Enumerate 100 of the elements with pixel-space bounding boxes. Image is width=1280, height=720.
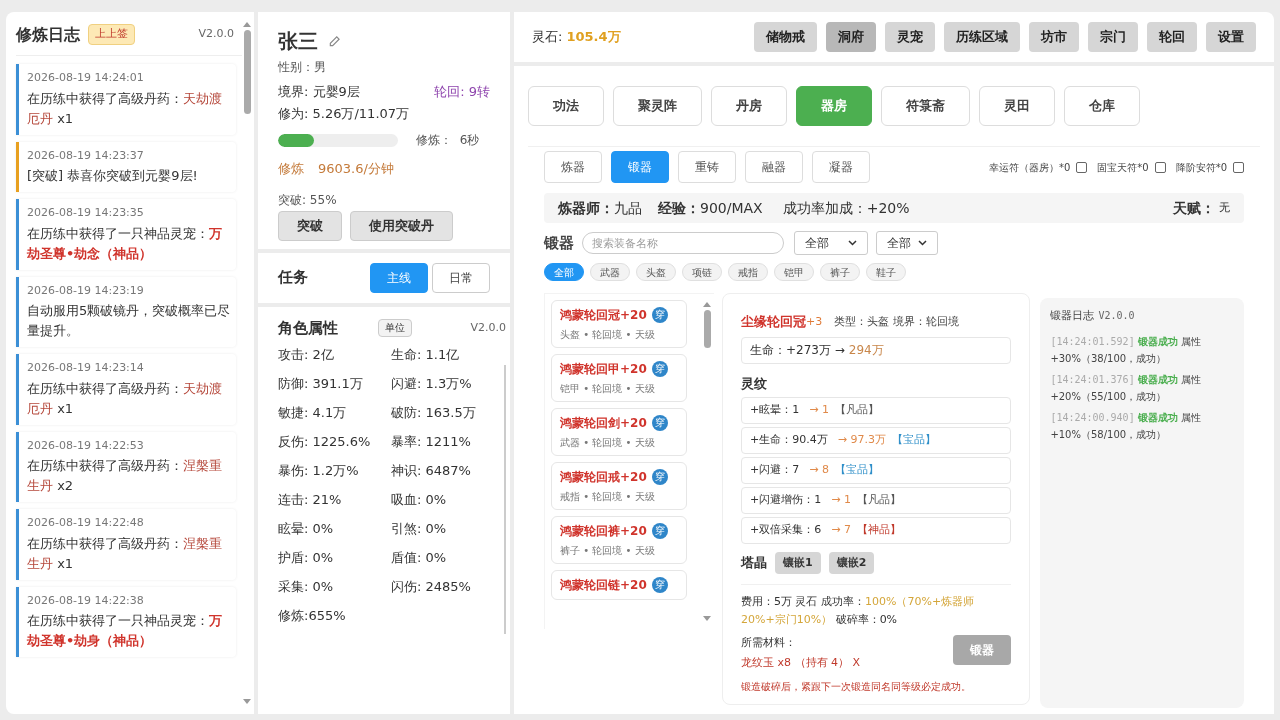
- filter-select[interactable]: 全部: [794, 231, 868, 255]
- log-time: 2026-08-19 14:23:35: [27, 205, 145, 221]
- realm-text: 境界: 元婴9层: [278, 83, 360, 101]
- equipment-card[interactable]: 鸿蒙轮回戒+20 穿 戒指 • 轮回境 • 天级: [551, 462, 687, 510]
- building-tab[interactable]: 灵田: [979, 86, 1055, 126]
- cultivation-text: 修为: 5.26万/11.07万: [278, 104, 411, 123]
- nav-button[interactable]: 设置: [1206, 22, 1256, 52]
- attribute-text: 采集: 0%: [278, 578, 335, 596]
- category-chip[interactable]: 头盔: [636, 263, 676, 281]
- scroll-up-icon[interactable]: [702, 300, 712, 308]
- inlay-button[interactable]: 镶嵌1: [775, 552, 821, 574]
- rate-value: 9603.6/分钟: [318, 160, 394, 178]
- equipped-badge: 穿: [651, 469, 668, 485]
- gender-text: 性别：男: [278, 59, 327, 76]
- equipment-meta: 铠甲 • 轮回境 • 天级: [560, 382, 656, 396]
- breakthrough-button[interactable]: 使用突破丹: [350, 210, 453, 241]
- runes-title: 灵纹: [741, 374, 768, 393]
- rune-row: +眩晕：1 → 1 【凡品】: [741, 397, 1012, 424]
- item-level: +3: [806, 313, 823, 330]
- charm-checkbox[interactable]: [1076, 161, 1088, 173]
- scroll-down-icon[interactable]: [702, 615, 712, 623]
- search-field[interactable]: 搜索装备名称: [582, 232, 784, 254]
- nav-button[interactable]: 储物戒: [754, 22, 817, 52]
- charm-checkbox[interactable]: [1233, 161, 1244, 173]
- equipment-name: 鸿蒙轮回链+20: [560, 577, 647, 594]
- nav-button[interactable]: 宗门: [1088, 22, 1138, 52]
- task-tab[interactable]: 日常: [432, 262, 490, 293]
- version-label: V2.0.0: [198, 26, 234, 43]
- log-text: 在历练中获得了高级丹药：涅槃重生丹 x2: [27, 457, 223, 495]
- rune-row: +双倍采集：6 → 7 【神品】: [741, 517, 1012, 544]
- equipment-card[interactable]: 鸿蒙轮回链+20 穿: [551, 570, 687, 600]
- attribute-text: 防御: 391.1万: [278, 375, 364, 393]
- master-value: 九品: [614, 198, 642, 218]
- category-chip[interactable]: 铠甲: [774, 263, 814, 281]
- nav-button[interactable]: 轮回: [1147, 22, 1197, 52]
- log-text: 在历练中获得了高级丹药：天劫渡厄丹 x1: [27, 89, 223, 128]
- forge-tab[interactable]: 融器: [745, 151, 803, 183]
- equipment-card[interactable]: 鸿蒙轮回甲+20 穿 铠甲 • 轮回境 • 天级: [551, 354, 687, 402]
- attribute-text: 生命: 1.1亿: [391, 346, 461, 364]
- nav-button[interactable]: 历练区域: [944, 22, 1020, 52]
- equipped-badge: 穿: [651, 415, 668, 431]
- category-chip[interactable]: 项链: [682, 263, 722, 281]
- inlay-button[interactable]: 镶嵌2: [828, 552, 875, 574]
- log-time: 2026-08-19 14:22:53: [27, 437, 145, 454]
- building-tab[interactable]: 功法: [528, 86, 604, 126]
- nav-button[interactable]: 洞府: [826, 22, 876, 52]
- scroll-thumb[interactable]: [243, 30, 251, 114]
- nav-button[interactable]: 灵宠: [885, 22, 935, 52]
- attribute-text: 吸血: 0%: [391, 491, 448, 509]
- log-time: 2026-08-19 14:22:48: [27, 515, 145, 531]
- character-name: 张三: [278, 28, 318, 55]
- rune-row: +闪避增伤：1 → 1 【凡品】: [741, 487, 1012, 514]
- charm-label: 幸运符（器房）*0: [988, 160, 1071, 175]
- item-name: 尘缘轮回冠: [741, 313, 806, 331]
- category-chip[interactable]: 戒指: [728, 263, 768, 281]
- log-time: 2026-08-19 14:23:14: [27, 360, 145, 376]
- scroll-thumb[interactable]: [703, 310, 711, 348]
- equipment-name: 鸿蒙轮回戒+20: [560, 469, 647, 486]
- forge-tab[interactable]: 重铸: [678, 151, 736, 183]
- task-title: 任务: [278, 267, 309, 289]
- log-text: 在历练中获得了高级丹药：天劫渡厄丹 x1: [27, 379, 223, 418]
- category-chip[interactable]: 裤子: [820, 263, 860, 281]
- log-text: [突破] 恭喜你突破到元婴9层!: [27, 167, 199, 185]
- equipment-card[interactable]: 鸿蒙轮回冠+20 穿 头盔 • 轮回境 • 天级: [551, 300, 687, 348]
- currency-label: 灵石:: [532, 28, 563, 47]
- nav-button[interactable]: 坊市: [1029, 22, 1079, 52]
- attribute-text: 闪避: 1.3万%: [391, 375, 473, 393]
- equipment-name: 鸿蒙轮回冠+20: [560, 307, 647, 324]
- category-chip[interactable]: 武器: [590, 263, 630, 281]
- equipment-meta: 武器 • 轮回境 • 天级: [560, 436, 656, 450]
- scroll-up-icon[interactable]: [242, 20, 252, 28]
- forge-tab[interactable]: 炼器: [544, 151, 602, 183]
- crystal-title: 塔晶: [741, 554, 767, 573]
- building-tab[interactable]: 丹房: [711, 86, 787, 126]
- filter-select[interactable]: 全部: [876, 231, 938, 255]
- reincarnation-text: 轮回: 9转: [434, 83, 490, 101]
- building-tab[interactable]: 仓库: [1064, 86, 1140, 126]
- equipment-card[interactable]: 鸿蒙轮回剑+20 穿 武器 • 轮回境 • 天级: [551, 408, 687, 456]
- attribute-text: 盾值: 0%: [391, 549, 448, 567]
- edit-icon[interactable]: [328, 34, 342, 48]
- bonus-text: 成功率加成：+20%: [782, 198, 910, 218]
- forge-tab[interactable]: 凝器: [812, 151, 870, 183]
- building-tab[interactable]: 聚灵阵: [613, 86, 702, 126]
- log-time: 2026-08-19 14:22:38: [27, 592, 145, 609]
- category-chip[interactable]: 鞋子: [866, 263, 906, 281]
- equipment-meta: 裤子 • 轮回境 • 天级: [560, 544, 656, 558]
- chevron-icon: [918, 240, 927, 246]
- equipment-card[interactable]: 鸿蒙轮回裤+20 穿 裤子 • 轮回境 • 天级: [551, 516, 687, 564]
- equipment-meta: 戒指 • 轮回境 • 天级: [560, 490, 656, 504]
- version-label: V2.0.0: [1098, 309, 1135, 323]
- charm-checkbox[interactable]: [1154, 161, 1166, 173]
- attribute-text: 眩晕: 0%: [278, 520, 335, 538]
- breakthrough-button[interactable]: 突破: [278, 210, 342, 241]
- chevron-icon: [848, 240, 857, 246]
- talent-value: 无: [1219, 199, 1230, 216]
- forge-log-title: 锻器日志: [1050, 308, 1095, 324]
- building-tab[interactable]: 符箓斋: [881, 86, 970, 126]
- forge-log-entry: [14:24:01.592] 锻器成功 属性 +30%（38/100，成功）: [1050, 334, 1203, 366]
- unit-button[interactable]: 单位: [378, 318, 412, 337]
- scroll-down-icon[interactable]: [242, 698, 252, 706]
